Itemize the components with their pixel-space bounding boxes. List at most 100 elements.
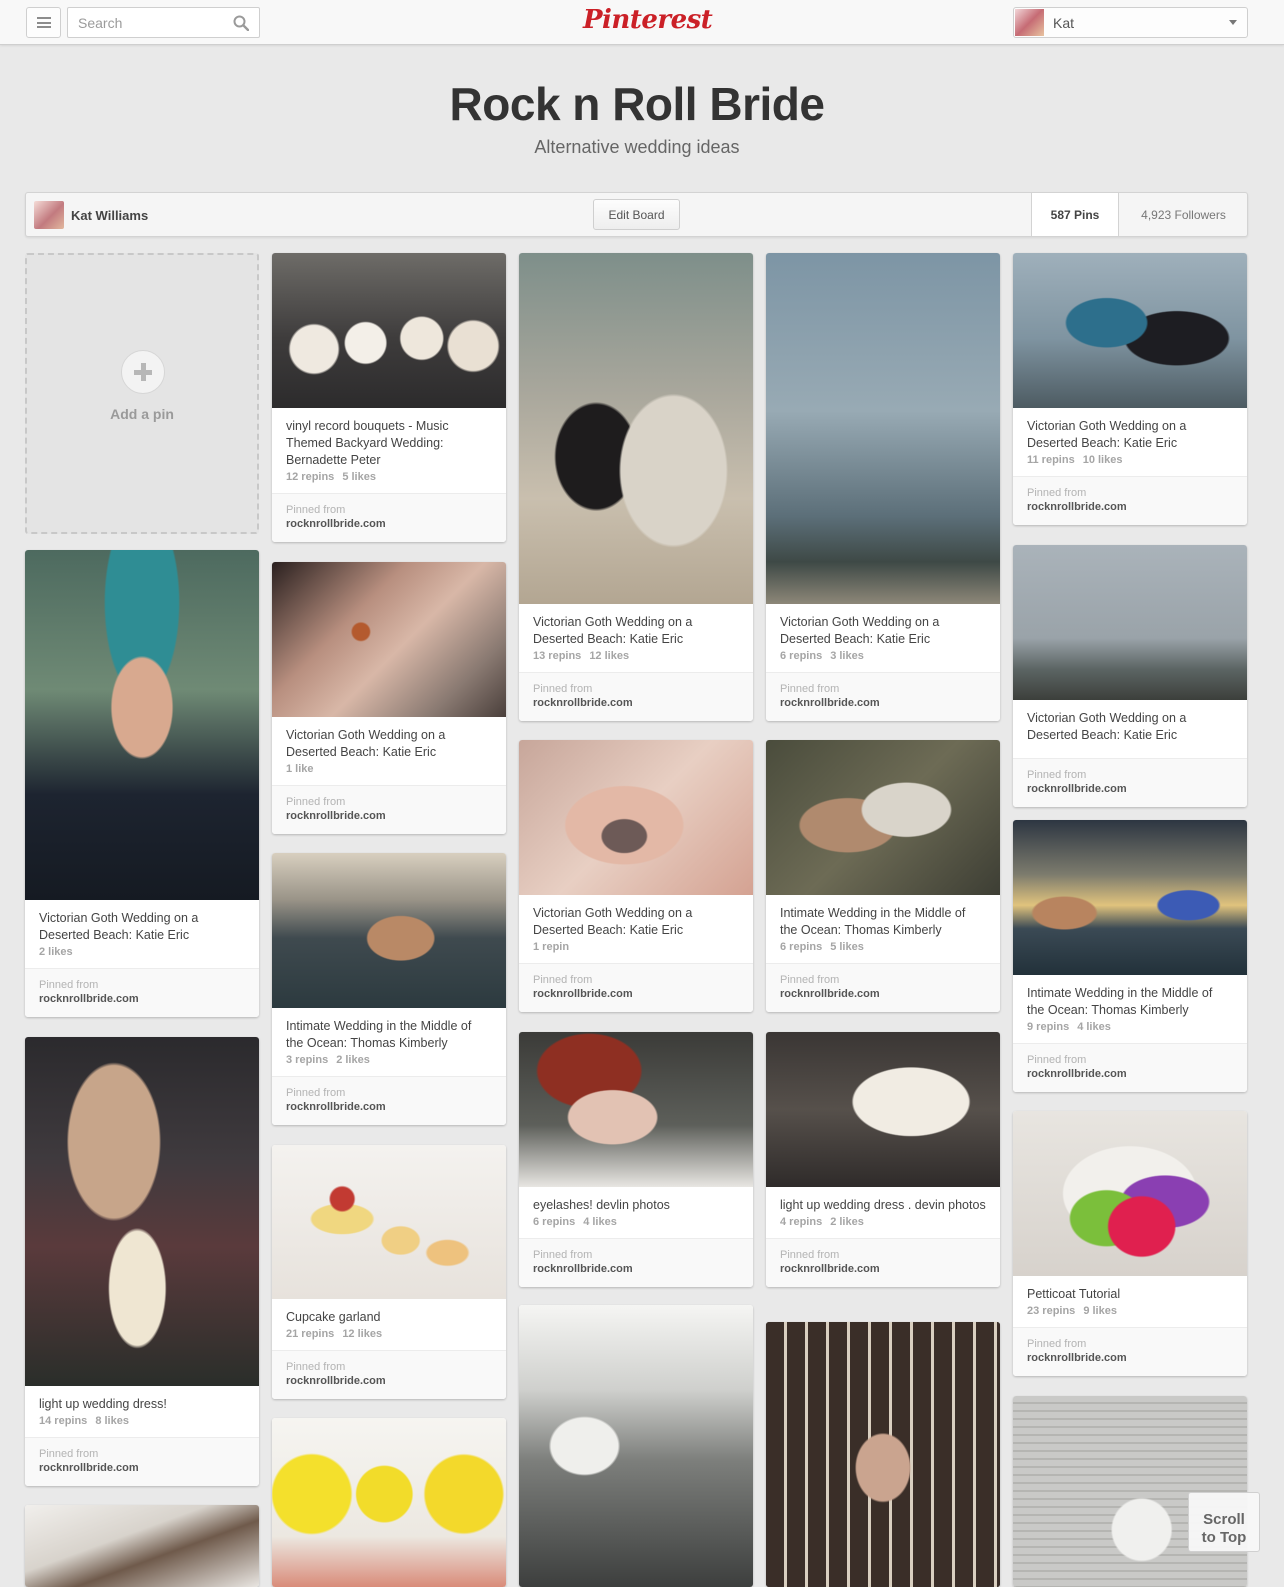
pin-description: vinyl record bouquets - Music Themed Bac… xyxy=(286,419,449,467)
pin-card[interactable]: Intimate Wedding in the Middle of the Oc… xyxy=(766,740,1000,1012)
pin-card[interactable]: Victorian Goth Wedding on a Deserted Bea… xyxy=(272,562,506,834)
pin-card[interactable] xyxy=(519,1305,753,1587)
pin-attribution[interactable]: Pinned from rocknrollbride.com xyxy=(766,963,1000,1012)
pin-description: Petticoat Tutorial xyxy=(1027,1287,1121,1301)
pin-attribution[interactable]: Pinned from rocknrollbride.com xyxy=(519,672,753,721)
pin-description: Intimate Wedding in the Middle of the Oc… xyxy=(1027,986,1213,1017)
dead-tree-beach-photo[interactable] xyxy=(766,253,1000,604)
pin-card[interactable] xyxy=(25,1505,259,1587)
pin-description: eyelashes! devlin photos xyxy=(533,1198,670,1212)
pin-stats: 6 repins 5 likes xyxy=(780,941,864,953)
pin-card[interactable]: Intimate Wedding in the Middle of the Oc… xyxy=(272,853,506,1125)
bouquets-photo[interactable] xyxy=(272,253,506,408)
add-pin-label: Add a pin xyxy=(110,406,174,422)
pin-attribution[interactable]: Pinned from rocknrollbride.com xyxy=(766,672,1000,721)
pin-card[interactable]: Victorian Goth Wedding on a Deserted Bea… xyxy=(519,253,753,721)
pin-attribution[interactable]: Pinned from rocknrollbride.com xyxy=(272,785,506,834)
search-input[interactable] xyxy=(68,8,228,37)
pin-card[interactable]: Petticoat Tutorial 23 repins 9 likes Pinn… xyxy=(1013,1111,1247,1376)
pin-stats: 6 repins 3 likes xyxy=(780,650,864,662)
scroll-top-label: Scroll xyxy=(1203,1511,1245,1528)
pin-attribution[interactable]: Pinned from rocknrollbride.com xyxy=(272,493,506,542)
pin-card[interactable]: Intimate Wedding in the Middle of the Oc… xyxy=(1013,820,1247,1092)
pins-count-tab[interactable]: 587 Pins xyxy=(1031,193,1119,236)
pin-description: Victorian Goth Wedding on a Deserted Bea… xyxy=(1027,711,1187,742)
couple-walking-photo[interactable] xyxy=(519,253,753,604)
plus-icon xyxy=(121,350,165,394)
pin-card[interactable] xyxy=(272,1418,506,1587)
pin-card[interactable]: Cupcake garland 21 repins 12 likes Pinned… xyxy=(272,1145,506,1399)
champagne-sea-photo[interactable] xyxy=(1013,820,1247,975)
pin-card[interactable]: Victorian Goth Wedding on a Deserted Bea… xyxy=(25,550,259,1017)
pin-stats: 4 repins 2 likes xyxy=(780,1216,864,1228)
tree-shore-photo[interactable] xyxy=(1013,545,1247,700)
street-bride-photo[interactable] xyxy=(519,1305,753,1587)
pin-stats: 12 repins 5 likes xyxy=(286,471,376,483)
pin-attribution[interactable]: Pinned from rocknrollbride.com xyxy=(519,963,753,1012)
owner-avatar[interactable] xyxy=(34,201,64,229)
pin-attribution[interactable]: Pinned from rocknrollbride.com xyxy=(766,1238,1000,1287)
pin-attribution[interactable]: Pinned from rocknrollbride.com xyxy=(519,1238,753,1287)
pin-card[interactable]: light up wedding dress . devin photos 4 … xyxy=(766,1032,1000,1287)
feather-photo[interactable] xyxy=(25,1505,259,1587)
pin-description: Intimate Wedding in the Middle of the Oc… xyxy=(286,1019,472,1050)
butterfly-tattoo-photo[interactable] xyxy=(519,740,753,895)
pin-card[interactable]: light up wedding dress! 14 repins 8 likes… xyxy=(25,1037,259,1486)
owner-name[interactable]: Kat Williams xyxy=(71,208,148,223)
pin-stats: 13 repins 12 likes xyxy=(533,650,630,662)
pin-attribution[interactable]: Pinned from rocknrollbride.com xyxy=(1013,476,1247,525)
pin-attribution[interactable]: Pinned from rocknrollbride.com xyxy=(25,968,259,1017)
user-menu[interactable]: Kat xyxy=(1013,7,1248,38)
pin-attribution[interactable]: Pinned from rocknrollbride.com xyxy=(272,1350,506,1399)
pin-stats: 1 repin xyxy=(533,941,570,953)
pin-card[interactable]: Victorian Goth Wedding on a Deserted Bea… xyxy=(1013,545,1247,807)
pin-card[interactable]: eyelashes! devlin photos 6 repins 4 likes… xyxy=(519,1032,753,1287)
pin-description: Victorian Goth Wedding on a Deserted Bea… xyxy=(533,906,693,937)
blue-mohawk-groom-photo[interactable] xyxy=(25,550,259,900)
pin-description: Victorian Goth Wedding on a Deserted Bea… xyxy=(1027,419,1187,450)
pin-card[interactable] xyxy=(766,1322,1000,1587)
goth-couple-kiss-photo[interactable] xyxy=(1013,253,1247,408)
pin-attribution[interactable]: Pinned from rocknrollbride.com xyxy=(25,1437,259,1486)
red-hair-bride-photo[interactable] xyxy=(519,1032,753,1187)
followers-count-tab[interactable]: 4,923 Followers xyxy=(1120,193,1247,236)
pin-stats: 9 repins 4 likes xyxy=(1027,1021,1111,1033)
pin-description: light up wedding dress! xyxy=(39,1397,167,1411)
pin-card[interactable]: Victorian Goth Wedding on a Deserted Bea… xyxy=(766,253,1000,721)
pin-attribution[interactable]: Pinned from rocknrollbride.com xyxy=(272,1076,506,1125)
search-box[interactable] xyxy=(67,7,260,38)
pin-description: Victorian Goth Wedding on a Deserted Bea… xyxy=(39,911,199,942)
chevron-down-icon xyxy=(1229,20,1237,25)
add-pin-card[interactable]: Add a pin xyxy=(25,253,259,534)
cupcake-garland-photo[interactable] xyxy=(272,1145,506,1299)
fairy-lights-couple-photo[interactable] xyxy=(25,1037,259,1386)
user-avatar xyxy=(1015,9,1044,36)
yellow-balloons-photo[interactable] xyxy=(272,1418,506,1587)
pinterest-logo[interactable]: Pinterest xyxy=(583,5,713,41)
pin-attribution[interactable]: Pinned from rocknrollbride.com xyxy=(1013,1327,1247,1376)
pin-card[interactable]: Victorian Goth Wedding on a Deserted Bea… xyxy=(519,740,753,1012)
pin-stats: 23 repins 9 likes xyxy=(1027,1305,1117,1317)
menu-button[interactable] xyxy=(26,7,61,38)
couple-lying-photo[interactable] xyxy=(766,740,1000,895)
petticoat-photo[interactable] xyxy=(1013,1111,1247,1276)
white-dress-photo[interactable] xyxy=(766,1032,1000,1187)
hanging-flowers-photo[interactable] xyxy=(766,1322,1000,1587)
scroll-to-top-button[interactable]: Scroll to Top xyxy=(1188,1492,1260,1552)
pin-attribution[interactable]: Pinned from rocknrollbride.com xyxy=(1013,758,1247,807)
pin-stats: 14 repins 8 likes xyxy=(39,1415,129,1427)
ocean-kiss-photo[interactable] xyxy=(272,853,506,1008)
hamburger-icon xyxy=(36,17,51,28)
pin-description: Victorian Goth Wedding on a Deserted Bea… xyxy=(533,615,693,646)
pin-card[interactable]: vinyl record bouquets - Music Themed Bac… xyxy=(272,253,506,542)
edit-board-button[interactable]: Edit Board xyxy=(593,199,680,230)
user-name: Kat xyxy=(1053,15,1075,31)
pin-stats: 2 likes xyxy=(39,946,73,958)
pin-card[interactable]: Victorian Goth Wedding on a Deserted Bea… xyxy=(1013,253,1247,525)
board-title: Rock n Roll Bride xyxy=(449,78,825,130)
pin-attribution[interactable]: Pinned from rocknrollbride.com xyxy=(1013,1043,1247,1092)
necklace-closeup-photo[interactable] xyxy=(272,562,506,717)
search-icon[interactable] xyxy=(233,15,249,31)
pin-stats: 1 like xyxy=(286,763,314,775)
scroll-top-label-2: to Top xyxy=(1201,1529,1247,1546)
